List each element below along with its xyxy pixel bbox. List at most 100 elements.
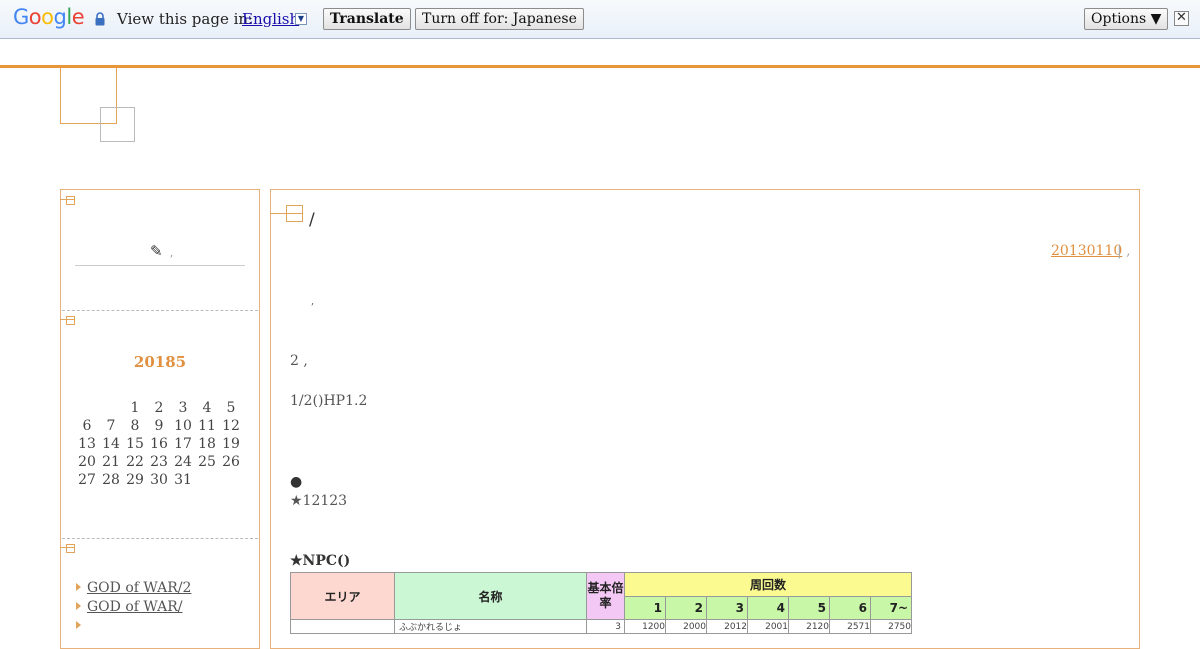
table-cell: 1200 xyxy=(624,619,666,634)
calendar-day xyxy=(75,399,99,417)
calendar-day: 15 xyxy=(126,436,144,452)
sidebar-link[interactable]: GOD of WAR/2 xyxy=(87,580,191,596)
options-button[interactable]: Options ▼ xyxy=(1084,8,1169,30)
corner-decoration xyxy=(66,316,75,325)
pen-icon: ✎ xyxy=(150,242,163,260)
language-link[interactable]: English xyxy=(242,10,299,28)
table-cell: 3 xyxy=(586,619,625,634)
calendar-day: 7 xyxy=(106,418,116,434)
calendar-title: 20185 xyxy=(133,353,187,371)
google-logo: Google xyxy=(13,5,85,29)
calendar-day: 25 xyxy=(198,454,216,470)
logo-letter: G xyxy=(13,5,29,29)
pen-caption: , xyxy=(170,248,174,259)
language-dropdown-icon[interactable]: ▼ xyxy=(295,13,307,25)
header-lap: 1 xyxy=(624,596,666,620)
turn-off-button[interactable]: Turn off for: Japanese xyxy=(415,8,584,30)
header-lap: 5 xyxy=(788,596,830,620)
triangle-icon xyxy=(76,583,81,591)
npc-table: エリア 名称 基本倍率 周回数 1 2 3 4 5 6 7~ ふぶかれるじょ 3… xyxy=(290,572,912,634)
table-row: ふぶかれるじょ 3 1200 2000 2012 2001 2120 2571 … xyxy=(290,619,912,634)
triangle-icon xyxy=(76,621,81,629)
calendar-day: 30 xyxy=(150,472,168,488)
table-cell xyxy=(290,619,395,634)
calendar-day: 20 xyxy=(78,454,96,470)
corner-decoration xyxy=(60,319,74,320)
calendar: 12345 6 7 8 9 10 11 12 13 14 15 16 17 18 19 20 21 22 23… xyxy=(75,399,243,489)
table-cell: 2001 xyxy=(747,619,789,634)
title-decoration xyxy=(286,205,303,222)
logo-letter: o xyxy=(41,5,54,29)
calendar-day: 16 xyxy=(150,436,168,452)
calendar-day: 17 xyxy=(174,436,192,452)
bullet-icon: ● xyxy=(290,474,303,490)
post-text: 2 , xyxy=(290,353,308,369)
calendar-day: 14 xyxy=(102,436,120,452)
calendar-day: 12 xyxy=(222,418,240,434)
calendar-day xyxy=(219,471,243,489)
view-label: View this page in: xyxy=(117,10,254,28)
table-cell: 2000 xyxy=(665,619,707,634)
translate-button[interactable]: Translate xyxy=(323,8,411,30)
calendar-week: 13 14 15 16 17 18 19 xyxy=(75,435,243,453)
calendar-day: 8 xyxy=(130,418,140,434)
sidebar-link[interactable]: GOD of WAR/ xyxy=(87,599,182,615)
header-area: エリア xyxy=(290,572,395,620)
calendar-day: 4 xyxy=(202,400,212,416)
corner-decoration xyxy=(60,547,74,548)
list-item xyxy=(76,618,191,637)
calendar-week: 6 7 8 9 10 11 12 xyxy=(75,417,243,435)
divider xyxy=(62,538,258,539)
divider xyxy=(75,265,245,266)
calendar-day: 10 xyxy=(174,418,192,434)
triangle-icon xyxy=(76,602,81,610)
header-decoration xyxy=(100,107,135,142)
header-lap: 3 xyxy=(706,596,748,620)
header-rule xyxy=(0,65,1200,68)
translate-bar: Google View this page in: English ▼ Tran… xyxy=(0,0,1200,39)
list-item: GOD of WAR/ xyxy=(76,599,191,618)
calendar-day: 23 xyxy=(150,454,168,470)
list-item: GOD of WAR/2 xyxy=(76,580,191,599)
calendar-day: 31 xyxy=(174,472,192,488)
logo-letter: g xyxy=(53,5,67,29)
calendar-day: 2 xyxy=(154,400,164,416)
calendar-day xyxy=(195,471,219,489)
lock-icon xyxy=(95,12,105,26)
post-date-link[interactable]: 20130110 xyxy=(1051,243,1122,259)
corner-decoration xyxy=(66,196,75,205)
corner-decoration xyxy=(60,199,74,200)
calendar-day: 21 xyxy=(102,454,120,470)
header-lap: 2 xyxy=(665,596,707,620)
calendar-day: 18 xyxy=(198,436,216,452)
calendar-day: 22 xyxy=(126,454,144,470)
calendar-day: 9 xyxy=(154,418,164,434)
calendar-day: 11 xyxy=(198,418,216,434)
table-cell: 2012 xyxy=(706,619,748,634)
header-lap: 7~ xyxy=(870,596,912,620)
header-laps: 周回数 xyxy=(624,572,912,597)
post-text: , xyxy=(311,296,315,307)
table-cell: 2571 xyxy=(829,619,871,634)
calendar-day: 28 xyxy=(102,472,120,488)
table-cell: 2750 xyxy=(870,619,912,634)
logo-letter: o xyxy=(28,5,42,29)
calendar-day: 6 xyxy=(82,418,92,434)
close-icon[interactable]: ✕ xyxy=(1174,11,1189,26)
header-rate: 基本倍率 xyxy=(586,572,625,620)
calendar-week: 20 21 22 23 24 25 26 xyxy=(75,453,243,471)
calendar-day: 29 xyxy=(126,472,144,488)
date-separator: | , xyxy=(1117,243,1131,259)
sidebar-links: GOD of WAR/2 GOD of WAR/ xyxy=(76,580,191,637)
calendar-week: 27 28 29 30 31 xyxy=(75,471,243,489)
post-text: 1/2()HP1.2 xyxy=(290,393,368,409)
post-title: / xyxy=(309,210,315,230)
calendar-day: 5 xyxy=(226,400,236,416)
divider xyxy=(62,310,258,311)
table-cell: ふぶかれるじょ xyxy=(394,619,587,634)
calendar-day: 19 xyxy=(222,436,240,452)
table-cell: 2120 xyxy=(788,619,830,634)
logo-letter: e xyxy=(71,5,85,29)
corner-decoration xyxy=(66,544,75,553)
calendar-day: 24 xyxy=(174,454,192,470)
